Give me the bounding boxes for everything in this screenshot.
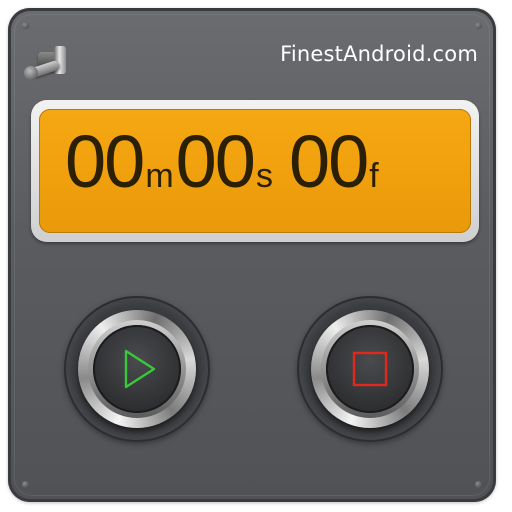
frames-unit: f xyxy=(369,157,379,195)
corner-screw-icon xyxy=(22,22,29,29)
start-button[interactable] xyxy=(64,296,210,442)
play-icon xyxy=(124,349,156,389)
minutes-unit: m xyxy=(145,157,174,195)
stopwatch-panel xyxy=(8,8,496,502)
corner-screw-icon xyxy=(475,481,482,488)
corner-screw-icon xyxy=(475,22,482,29)
stop-button-face xyxy=(326,325,414,413)
seconds-value: 00 xyxy=(175,120,256,203)
display-frame: 00m00s 00f xyxy=(31,100,479,242)
start-button-face xyxy=(93,325,181,413)
lcd-display: 00m00s 00f xyxy=(39,109,471,233)
stop-button[interactable] xyxy=(297,296,443,442)
toggle-switch[interactable] xyxy=(24,38,88,82)
frames-value: 00 xyxy=(288,120,369,203)
minutes-value: 00 xyxy=(65,120,145,203)
stop-icon xyxy=(352,351,388,387)
time-readout: 00m00s 00f xyxy=(65,125,381,199)
brand-label: FinestAndroid.com xyxy=(280,42,478,66)
toggle-switch-lever-tip xyxy=(24,66,38,80)
corner-screw-icon xyxy=(22,481,29,488)
seconds-unit: s xyxy=(255,157,273,195)
